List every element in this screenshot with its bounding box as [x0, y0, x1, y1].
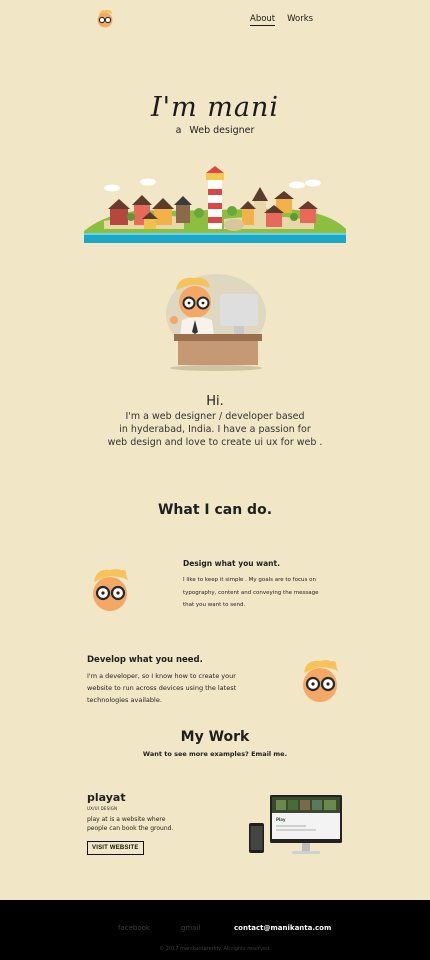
intro-line: in hyderabad, India. I have a passion fo…	[119, 424, 311, 435]
visit-website-button[interactable]: VISIT WEBSITE	[87, 841, 144, 855]
mani-face-icon	[93, 569, 128, 611]
facebook-link[interactable]: facebook	[118, 924, 150, 932]
design-skill-block: Design what you want. I like to keep it …	[183, 559, 343, 612]
village-island-illustration	[84, 166, 346, 243]
skill-title: Design what you want.	[183, 559, 280, 568]
skill-desc: I like to keep it simple . My goals are …	[183, 577, 319, 608]
develop-skill-block: Develop what you need. I'm a developer, …	[87, 655, 277, 706]
project-description: play at is a website where people can bo…	[87, 816, 174, 832]
hero-subtitle: a Web designer	[0, 125, 430, 136]
intro-line: I'm a web designer / developer based	[125, 411, 305, 422]
project-name: playat	[87, 791, 126, 804]
project-category: UX/UI DESIGN	[87, 806, 118, 811]
work-heading: My Work	[180, 729, 250, 745]
mani-face-icon	[303, 660, 338, 702]
hero-title: I'm mani	[151, 92, 279, 123]
intro-line: web design and love to create ui ux for …	[107, 437, 323, 448]
nav-about-link[interactable]: About	[250, 14, 276, 26]
skills-heading: What I can do.	[157, 502, 273, 518]
skill-title: Develop what you need.	[87, 655, 203, 665]
mani-face-logo-icon[interactable]	[94, 8, 116, 30]
skill-desc: I'm a developer, so I know how to create…	[87, 672, 237, 704]
project-devices-mockup: Play	[249, 795, 342, 854]
mani-at-desk-illustration	[166, 274, 266, 371]
greeting-heading: Hi.	[206, 394, 224, 409]
work-subheading[interactable]: Want to see more examples? Email me.	[0, 750, 430, 758]
gmail-link[interactable]: gmail	[181, 924, 200, 932]
hero-subtitle-role: Web designer	[189, 125, 255, 136]
footer: facebook gmail contact@manikanta.com © 2…	[0, 900, 430, 960]
main-nav: About Works	[250, 14, 313, 26]
nav-works-link[interactable]: Works	[287, 14, 313, 26]
copyright-text: © 2017 manikantareddy. All rights reserv…	[159, 946, 271, 952]
hero-subtitle-article: a	[175, 125, 182, 136]
screen-brand-text: Play	[276, 817, 286, 822]
contact-email-link[interactable]: contact@manikanta.com	[234, 924, 331, 932]
project-card: playat UX/UI DESIGN play at is a website…	[87, 791, 237, 855]
intro-paragraph: I'm a web designer / developer based in …	[0, 410, 430, 449]
